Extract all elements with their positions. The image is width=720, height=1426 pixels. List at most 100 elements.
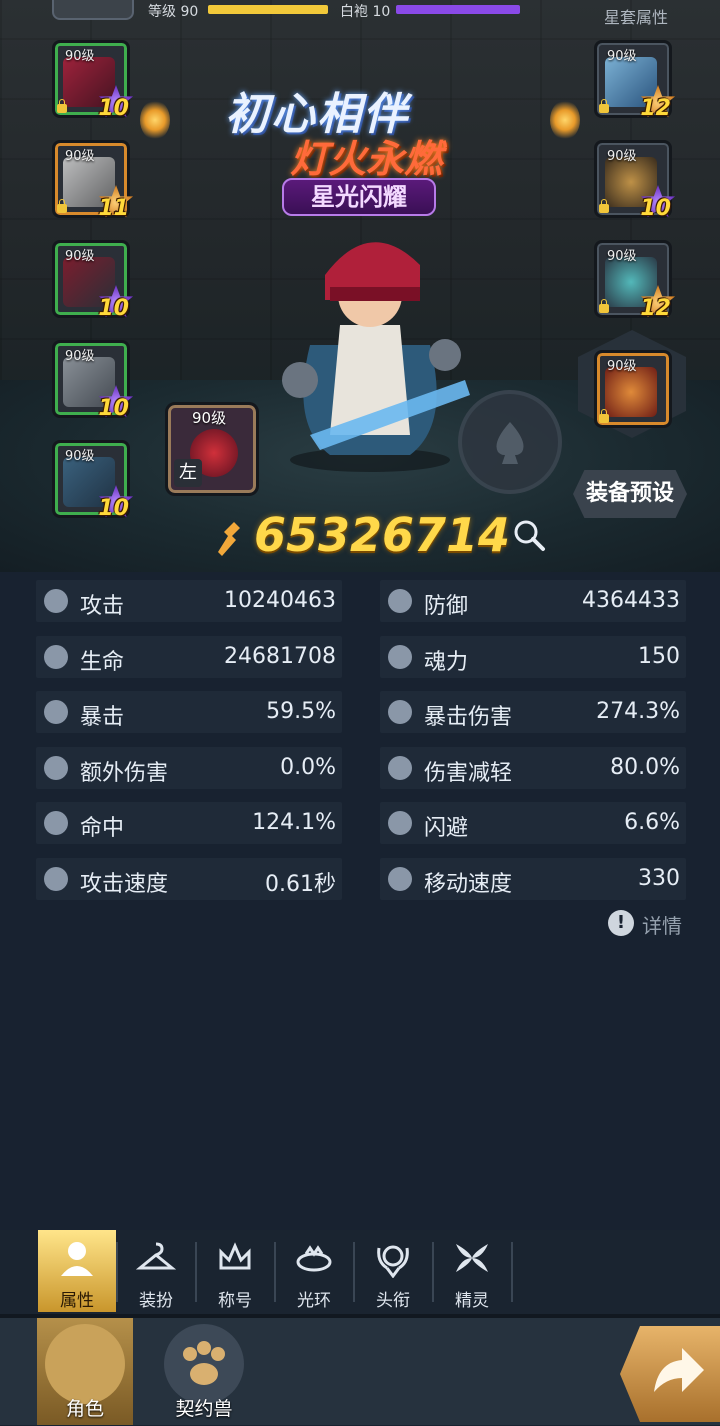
- offhand-slot[interactable]: 90级 左: [165, 402, 259, 496]
- tab-label: 精灵: [455, 1291, 489, 1311]
- tab-label: 称号: [218, 1291, 252, 1311]
- stat-value: 274.3%: [596, 699, 680, 724]
- stat-soul: 魂力 150: [380, 636, 686, 678]
- equip-slot-weapon[interactable]: 90级 12: [594, 40, 676, 121]
- shield-icon: [388, 589, 412, 613]
- spade-icon: [496, 422, 524, 464]
- stat-extra-damage: 额外伤害 0.0%: [36, 747, 342, 789]
- lock-icon: [57, 199, 67, 213]
- heart-icon: [44, 645, 68, 669]
- stat-hit: 命中 124.1%: [36, 802, 342, 844]
- avatar[interactable]: [52, 0, 134, 20]
- star-count: 10: [640, 196, 671, 221]
- tab-label: 装扮: [139, 1291, 173, 1311]
- tab-label: 属性: [60, 1291, 94, 1311]
- stat-name: 移动速度: [424, 872, 513, 897]
- nav-contract-beast[interactable]: 契约兽: [156, 1318, 252, 1425]
- halo-icon: [296, 1245, 332, 1272]
- bottom-navigation: 角色 契约兽: [0, 1314, 720, 1425]
- tab-title[interactable]: 称号: [196, 1230, 274, 1312]
- equip-level: 90级: [607, 149, 637, 164]
- stat-name: 暴击: [80, 705, 125, 730]
- star-count: 11: [98, 196, 129, 221]
- stat-value: 0.0%: [280, 755, 336, 780]
- damage-reduction-icon: [388, 756, 412, 780]
- target-icon: [44, 811, 68, 835]
- equip-slot-helmet[interactable]: 90级 10: [52, 40, 134, 121]
- stat-value: 6.6%: [624, 810, 680, 835]
- equip-slot-ring[interactable]: 90级 10: [594, 140, 676, 221]
- crown-icon: [219, 1242, 251, 1270]
- equip-slot-emblem[interactable]: 90级: [594, 350, 672, 428]
- extra-damage-icon: [44, 756, 68, 780]
- stat-name: 魂力: [424, 650, 469, 675]
- stat-value: 24681708: [224, 644, 336, 669]
- equip-level: 90级: [65, 149, 95, 164]
- star-count: 10: [98, 396, 129, 421]
- stat-attack-speed: 攻击速度 0.61秒: [36, 858, 342, 900]
- tab-attributes[interactable]: 属性: [38, 1230, 116, 1312]
- equip-level: 90级: [65, 349, 95, 364]
- torch-right: [550, 100, 580, 140]
- tab-spirit[interactable]: 精灵: [433, 1230, 511, 1312]
- stat-value: 150: [638, 644, 680, 669]
- tab-outfit[interactable]: 装扮: [117, 1230, 195, 1312]
- equip-level: 90级: [65, 249, 95, 264]
- nav-character[interactable]: 角色: [37, 1318, 133, 1425]
- equip-level: 90级: [65, 449, 95, 464]
- offhand-tag: 左: [174, 459, 202, 487]
- stat-name: 暴击伤害: [424, 705, 513, 730]
- equipment-preset-button[interactable]: 装备预设: [573, 470, 687, 518]
- star-count: 12: [640, 96, 671, 121]
- badge-icon: [377, 1245, 409, 1278]
- equip-slot-necklace[interactable]: 90级 12: [594, 240, 676, 321]
- stat-hp: 生命 24681708: [36, 636, 342, 678]
- lock-icon: [57, 99, 67, 113]
- stat-value: 4364433: [582, 588, 680, 613]
- tab-halo[interactable]: 光环: [275, 1230, 353, 1312]
- stat-name: 额外伤害: [80, 761, 169, 786]
- nav-label: 契约兽: [175, 1398, 233, 1420]
- stat-defense: 防御 4364433: [380, 580, 686, 622]
- equip-slot-gloves[interactable]: 90级 10: [52, 340, 134, 421]
- equip-slot-boots[interactable]: 90级 10: [52, 440, 134, 521]
- star-count: 10: [98, 296, 129, 321]
- stat-value: 80.0%: [610, 755, 680, 780]
- tab-rank-title[interactable]: 头衔: [354, 1230, 432, 1312]
- emblem-icon: [605, 367, 657, 417]
- stat-attack: 攻击 10240463: [36, 580, 342, 622]
- dodge-icon: [388, 811, 412, 835]
- stat-crit: 暴击 59.5%: [36, 691, 342, 733]
- stat-value: 124.1%: [252, 810, 336, 835]
- equip-level: 90级: [65, 49, 95, 64]
- person-icon: [61, 1242, 93, 1276]
- stat-value: 10240463: [224, 588, 336, 613]
- spirit-icon: [456, 1244, 488, 1272]
- return-arrow-button[interactable]: [620, 1326, 720, 1422]
- set-attributes-link[interactable]: 星套属性: [604, 4, 668, 28]
- event-title-line2: 灯火永燃: [290, 137, 443, 181]
- stat-name: 命中: [80, 816, 125, 841]
- equip-slot-chest[interactable]: 90级 10: [52, 240, 134, 321]
- equip-slot-armor[interactable]: 90级 11: [52, 140, 134, 221]
- rank-bar: [396, 5, 520, 14]
- stat-value: 59.5%: [266, 699, 336, 724]
- arrow-icon: [654, 1348, 704, 1392]
- tab-label: 头衔: [376, 1291, 410, 1311]
- tab-label: 光环: [297, 1291, 331, 1311]
- paw-icon: [164, 1324, 244, 1404]
- level-bar: [208, 5, 328, 14]
- mount-button[interactable]: [458, 390, 562, 494]
- attribute-subtabs: 属性 装扮 称号 光环 头衔 精灵: [0, 1230, 720, 1314]
- star-count: 10: [98, 496, 129, 521]
- stat-name: 伤害减轻: [424, 761, 513, 786]
- lock-icon: [599, 99, 609, 113]
- combat-power-value: 65326714: [254, 508, 511, 562]
- stat-name: 防御: [424, 594, 469, 619]
- hero-character[interactable]: [270, 205, 470, 475]
- stat-damage-reduction: 伤害减轻 80.0%: [380, 747, 686, 789]
- lock-icon: [599, 299, 609, 313]
- search-icon[interactable]: [512, 518, 546, 552]
- rank-label: 白袍 10: [340, 4, 391, 20]
- offhand-level: 90级: [192, 409, 227, 427]
